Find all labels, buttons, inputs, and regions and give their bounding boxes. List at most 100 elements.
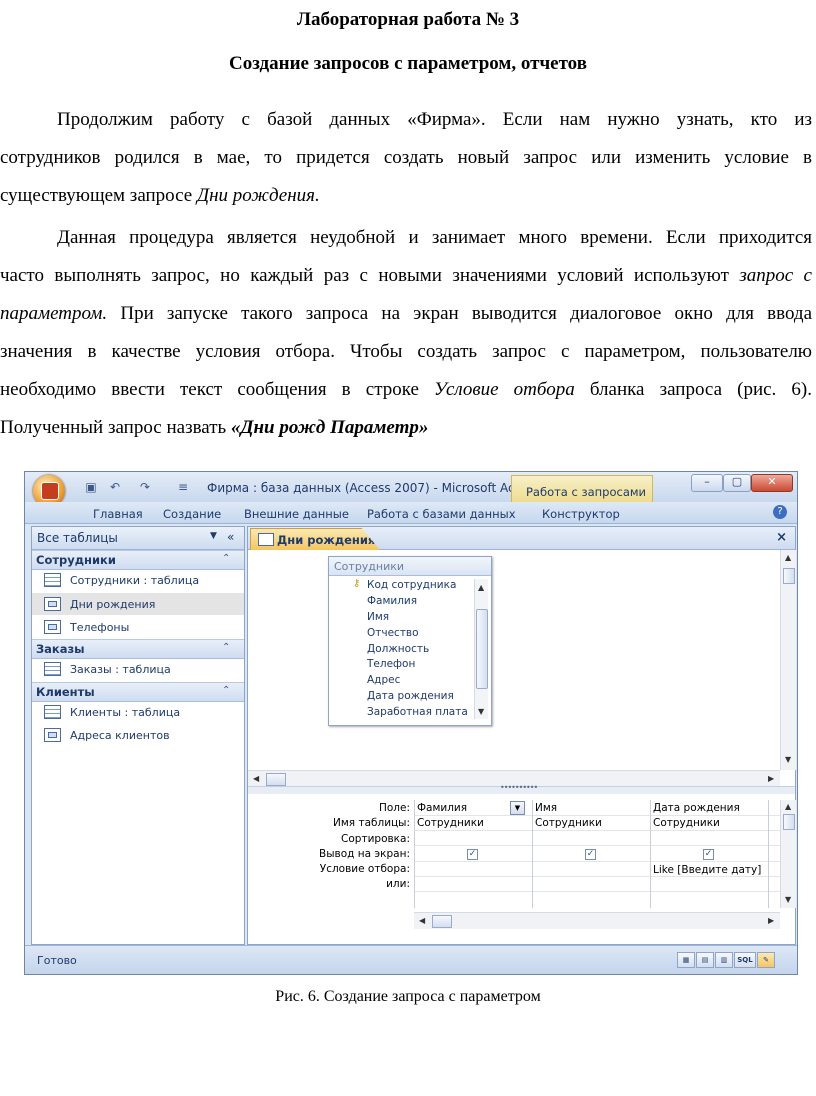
grid-field-cell[interactable]: Имя bbox=[535, 802, 557, 814]
office-logo-icon bbox=[41, 482, 59, 500]
scroll-right-icon[interactable]: ▶ bbox=[768, 916, 774, 925]
tab-design[interactable]: Конструктор bbox=[542, 507, 620, 521]
ribbon-tabs: Главная Создание Внешние данные Работа с… bbox=[25, 502, 797, 524]
nav-group-label: Заказы bbox=[36, 642, 85, 656]
tab-external-data[interactable]: Внешние данные bbox=[244, 507, 349, 521]
nav-item-phones-query[interactable]: Телефоны bbox=[32, 616, 244, 638]
grid-table-cell[interactable]: Сотрудники bbox=[417, 817, 484, 829]
scroll-right-icon[interactable]: ▶ bbox=[768, 774, 774, 783]
grid-field-cell[interactable]: Дата рождения bbox=[653, 802, 740, 814]
undo-icon[interactable]: ↶ bbox=[107, 479, 123, 495]
field-address[interactable]: Адрес bbox=[367, 674, 400, 686]
collapse-group-icon[interactable]: ⌃ bbox=[222, 685, 230, 696]
chevron-down-icon[interactable]: ▼ bbox=[210, 531, 217, 541]
nav-item-employees-table[interactable]: Сотрудники : таблица bbox=[32, 569, 244, 591]
scroll-up-icon[interactable]: ▲ bbox=[785, 802, 791, 811]
scroll-thumb[interactable] bbox=[266, 773, 286, 786]
nav-item-label: Клиенты : таблица bbox=[70, 706, 181, 719]
show-checkbox[interactable]: ✓ bbox=[467, 849, 478, 860]
grid-criteria-cell[interactable]: Like [Введите дату] bbox=[653, 864, 761, 876]
p2-line4: значения в качестве условия отбора. Чтоб… bbox=[0, 341, 812, 362]
design-grid: Фамилия ▼ Сотрудники ✓ Имя Сотрудники ✓ … bbox=[414, 800, 793, 908]
save-icon[interactable]: ▣ bbox=[83, 479, 99, 495]
close-window-button[interactable]: ✕ bbox=[751, 474, 793, 492]
show-checkbox[interactable]: ✓ bbox=[585, 849, 596, 860]
nav-item-label: Телефоны bbox=[70, 621, 130, 634]
field-position[interactable]: Должность bbox=[367, 643, 429, 655]
nav-header[interactable]: Все таблицы ▼ « bbox=[32, 527, 244, 550]
p2-criteria-term: Условие отбора bbox=[434, 379, 575, 400]
grid-column-first-name[interactable]: Имя Сотрудники ✓ bbox=[533, 800, 651, 908]
nav-item-orders-table[interactable]: Заказы : таблица bbox=[32, 658, 244, 680]
maximize-button[interactable]: ▢ bbox=[723, 474, 751, 492]
collapse-group-icon[interactable]: ⌃ bbox=[222, 553, 230, 564]
p2-line6: Полученный запрос назвать bbox=[0, 417, 231, 438]
scroll-left-icon[interactable]: ◀ bbox=[253, 774, 259, 783]
p1-query-name: Дни рождения. bbox=[197, 185, 320, 206]
field-list-scrollbar[interactable]: ▲ ▼ bbox=[474, 579, 488, 719]
grid-hscrollbar[interactable]: ◀ ▶ bbox=[414, 912, 780, 929]
grid-column-last-name[interactable]: Фамилия ▼ Сотрудники ✓ bbox=[415, 800, 533, 908]
nav-item-client-addresses-query[interactable]: Адреса клиентов bbox=[32, 724, 244, 746]
field-phone[interactable]: Телефон bbox=[367, 658, 415, 670]
redo-icon[interactable]: ↷ bbox=[137, 479, 153, 495]
tab-database-tools[interactable]: Работа с базами данных bbox=[367, 507, 516, 521]
field-last-name[interactable]: Фамилия bbox=[367, 595, 417, 607]
collapse-pane-icon[interactable]: « bbox=[227, 530, 234, 544]
nav-item-label: Заказы : таблица bbox=[70, 663, 171, 676]
scroll-down-icon[interactable]: ▼ bbox=[785, 755, 791, 764]
grid-table-cell[interactable]: Сотрудники bbox=[535, 817, 602, 829]
tab-create[interactable]: Создание bbox=[163, 507, 221, 521]
show-checkbox[interactable]: ✓ bbox=[703, 849, 714, 860]
grid-vscrollbar[interactable]: ▲ ▼ bbox=[780, 800, 796, 908]
tab-birthdays-query[interactable]: Дни рождения bbox=[250, 528, 380, 550]
field-list-employees[interactable]: Сотрудники ⚷ Код сотрудника Фамилия Имя … bbox=[328, 556, 492, 726]
pivot-view-icon[interactable]: ▤ bbox=[696, 952, 714, 968]
grid-column-birth-date[interactable]: Дата рождения Сотрудники ✓ Like [Введите… bbox=[651, 800, 769, 908]
scroll-thumb[interactable] bbox=[432, 915, 452, 928]
scroll-up-icon[interactable]: ▲ bbox=[785, 553, 791, 562]
nav-item-birthdays-query[interactable]: Дни рождения bbox=[32, 593, 244, 615]
scroll-down-icon[interactable]: ▼ bbox=[478, 707, 484, 716]
grid-table-cell[interactable]: Сотрудники bbox=[653, 817, 720, 829]
nav-group-label: Сотрудники bbox=[36, 553, 116, 567]
pivotchart-view-icon[interactable]: ▥ bbox=[715, 952, 733, 968]
scroll-left-icon[interactable]: ◀ bbox=[419, 916, 425, 925]
paragraph-2: Данная процедура является неудобной и за… bbox=[0, 219, 812, 447]
row-label-criteria: Условие отбора: bbox=[319, 863, 410, 875]
field-employee-id[interactable]: Код сотрудника bbox=[367, 579, 456, 591]
scroll-down-icon[interactable]: ▼ bbox=[785, 895, 791, 904]
table-pane: Сотрудники ⚷ Код сотрудника Фамилия Имя … bbox=[248, 550, 796, 787]
field-patronymic[interactable]: Отчество bbox=[367, 627, 419, 639]
minimize-button[interactable]: – bbox=[691, 474, 723, 492]
paragraph-1: Продолжим работу с базой данных «Фирма».… bbox=[0, 101, 812, 215]
field-list-header[interactable]: Сотрудники bbox=[329, 557, 491, 576]
table-pane-vscrollbar[interactable]: ▲ ▼ bbox=[780, 550, 796, 770]
sql-view-button[interactable]: SQL bbox=[734, 952, 756, 968]
field-first-name[interactable]: Имя bbox=[367, 611, 389, 623]
close-tab-icon[interactable]: × bbox=[776, 530, 787, 545]
p2-term2: параметром. bbox=[0, 303, 108, 324]
scroll-thumb[interactable] bbox=[476, 609, 488, 689]
window-title: Фирма : база данных (Access 2007) - Micr… bbox=[207, 481, 541, 495]
p1-line3: существующем запросе bbox=[0, 185, 197, 206]
nav-group-employees[interactable]: Сотрудники ⌃ bbox=[32, 550, 244, 570]
customize-qat-icon[interactable]: ≡ bbox=[175, 479, 191, 495]
scroll-up-icon[interactable]: ▲ bbox=[478, 583, 484, 592]
nav-group-clients[interactable]: Клиенты ⌃ bbox=[32, 682, 244, 702]
datasheet-view-icon[interactable]: ▦ bbox=[677, 952, 695, 968]
design-view-icon[interactable]: ✎ bbox=[757, 952, 775, 968]
tab-home[interactable]: Главная bbox=[93, 507, 143, 521]
grid-field-cell[interactable]: Фамилия bbox=[417, 802, 467, 814]
row-label-field: Поле: bbox=[378, 802, 410, 814]
collapse-group-icon[interactable]: ⌃ bbox=[222, 642, 230, 653]
scroll-thumb[interactable] bbox=[783, 814, 795, 830]
field-salary[interactable]: Заработная плата bbox=[367, 706, 468, 718]
help-icon[interactable]: ? bbox=[773, 505, 787, 519]
nav-item-clients-table[interactable]: Клиенты : таблица bbox=[32, 701, 244, 723]
splitter-grip-icon: •••••••••• bbox=[500, 783, 538, 792]
field-birth-date[interactable]: Дата рождения bbox=[367, 690, 454, 702]
nav-group-orders[interactable]: Заказы ⌃ bbox=[32, 639, 244, 659]
scroll-thumb[interactable] bbox=[783, 568, 795, 584]
chevron-down-icon[interactable]: ▼ bbox=[510, 801, 525, 815]
